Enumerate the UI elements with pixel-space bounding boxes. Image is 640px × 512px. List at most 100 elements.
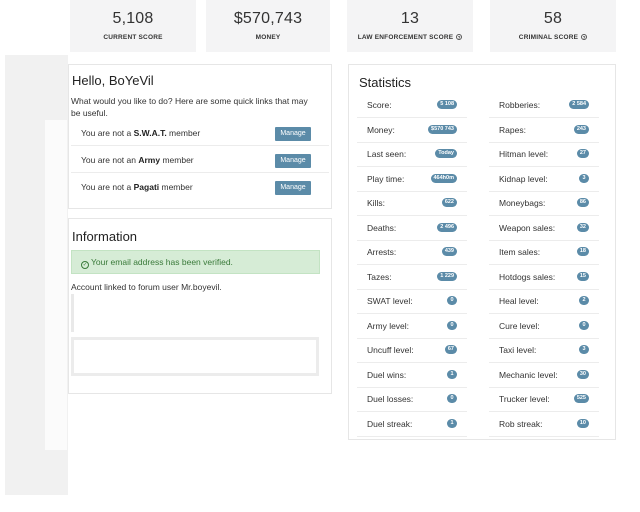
stat-row: Moneybags: 86 xyxy=(489,191,599,216)
manage-pagati-button[interactable]: Manage xyxy=(275,181,311,195)
greeting-panel: Hello, BoYeVil What would you like to do… xyxy=(68,64,332,209)
stat-badge: 622 xyxy=(441,198,457,207)
stat-badge: 10 xyxy=(576,418,589,428)
redacted-area xyxy=(71,294,193,332)
stat-row: Kidnap level: 3 xyxy=(489,167,599,192)
stat-name: Army level: xyxy=(367,320,410,331)
stat-badge: 243 xyxy=(573,124,589,134)
stat-badge: 5 108 xyxy=(437,100,457,109)
law-enforcement-label: LAW ENFORCEMENT SCORE ? xyxy=(347,34,473,41)
stat-name: Rob streak: xyxy=(499,418,543,429)
stat-name: Taxi level: xyxy=(499,345,537,355)
member-text: You are not an Army member xyxy=(81,155,194,165)
stat-name: Moneybags: xyxy=(499,198,546,208)
background-sidebar-inner xyxy=(45,120,67,450)
stat-badge: 15 xyxy=(576,271,589,281)
stat-badge: 2 496 xyxy=(437,222,457,232)
help-icon[interactable]: ? xyxy=(581,34,588,41)
stat-name: Mechanic level: xyxy=(499,369,558,380)
stat-name: Kidnap level: xyxy=(499,173,548,184)
stat-name: Uncuff level: xyxy=(367,345,414,355)
stat-row: Weapon sales: 32 xyxy=(489,216,599,241)
stat-name: Hitman level: xyxy=(499,149,549,159)
stat-name: Weapon sales: xyxy=(499,222,556,233)
criminal-score-label-text: CRIMINAL SCORE xyxy=(518,34,579,41)
member-row-pagati: You are not a Pagati member Manage xyxy=(71,173,329,200)
redacted-area xyxy=(71,340,319,376)
member-row-army: You are not an Army member Manage xyxy=(71,146,329,173)
stat-name: Duel streak: xyxy=(367,418,413,429)
stat-badge: 0 xyxy=(447,394,457,403)
stat-badge: Today xyxy=(435,149,457,158)
help-icon[interactable]: ? xyxy=(456,34,463,41)
linked-account-text: Account linked to forum user Mr.boyevil. xyxy=(71,282,222,292)
divider xyxy=(71,373,319,376)
stat-row: Play time: 464h0m xyxy=(357,167,467,192)
verified-text: Your email address has been verified. xyxy=(91,257,233,267)
stat-name: Duel losses: xyxy=(367,394,414,404)
greeting-text: What would you like to do? Here are some… xyxy=(71,96,308,118)
stat-row: Trucker level: 525 xyxy=(489,387,599,412)
stat-badge: 1 xyxy=(447,369,457,379)
information-panel: Information ✓ Your email address has been… xyxy=(68,218,332,394)
stat-row: Rob streak: 10 xyxy=(489,412,599,437)
stat-badge: $570 743 xyxy=(428,124,457,134)
money-label: MONEY xyxy=(255,34,281,41)
check-circle-icon: ✓ xyxy=(81,261,89,269)
stat-row: Kills: 622 xyxy=(357,191,467,216)
statistics-panel: Statistics Score: 5 108 Money: $570 743 Last… xyxy=(348,64,616,440)
stat-badge: 525 xyxy=(573,394,589,403)
stat-name: Play time: xyxy=(367,173,405,184)
stat-badge: 1 229 xyxy=(437,271,457,281)
criminal-score-label: CRIMINAL SCORE ? xyxy=(490,34,616,41)
law-enforcement-label-text: LAW ENFORCEMENT SCORE xyxy=(357,34,454,41)
stat-row: SWAT level: 0 xyxy=(357,289,467,314)
current-score-value: 5,108 xyxy=(112,10,154,27)
criminal-score-card: 58 CRIMINAL SCORE ? xyxy=(490,0,616,52)
stat-row: Tazes: 1 229 xyxy=(357,265,467,290)
member-row-swat: You are not a S.W.A.T. member Manage xyxy=(71,119,329,146)
law-enforcement-value: 13 xyxy=(400,10,420,27)
stat-badge: 3 xyxy=(579,173,589,183)
greeting-title: Hello, BoYeVil xyxy=(72,73,154,88)
current-score-card: 5,108 CURRENT SCORE xyxy=(70,0,196,52)
stat-row: Score: 5 108 xyxy=(357,93,467,118)
member-text: You are not a Pagati member xyxy=(81,182,193,192)
stat-row: Mechanic level: 30 xyxy=(489,363,599,388)
stat-badge: 1 xyxy=(447,418,457,428)
stat-name: Hotdogs sales: xyxy=(499,271,556,282)
stat-badge: 27 xyxy=(576,149,589,158)
stat-name: Money: xyxy=(367,124,395,135)
stat-row: Heal level: 2 xyxy=(489,289,599,314)
stat-row: Last seen: Today xyxy=(357,142,467,167)
criminal-score-value: 58 xyxy=(543,10,563,27)
stat-row: Item sales: 18 xyxy=(489,240,599,265)
stat-badge: 32 xyxy=(576,222,589,232)
money-card: $570,743 MONEY xyxy=(206,0,330,52)
stat-badge: 18 xyxy=(576,247,589,256)
stat-row: Duel streak: 1 xyxy=(357,412,467,437)
stat-row: Arrests: 439 xyxy=(357,240,467,265)
stat-badge: 2 584 xyxy=(569,100,589,109)
stat-name: Kills: xyxy=(367,198,385,208)
stat-name: Duel wins: xyxy=(367,369,407,380)
manage-swat-button[interactable]: Manage xyxy=(275,127,311,141)
law-enforcement-card: 13 LAW ENFORCEMENT SCORE ? xyxy=(347,0,473,52)
stat-badge: 30 xyxy=(576,369,589,379)
stat-name: Last seen: xyxy=(367,149,407,159)
stat-name: Robberies: xyxy=(499,100,541,110)
current-score-label: CURRENT SCORE xyxy=(103,34,163,41)
stat-row: Uncuff level: 67 xyxy=(357,338,467,363)
stat-name: Arrests: xyxy=(367,247,397,257)
background-strip xyxy=(620,55,640,440)
stat-name: SWAT level: xyxy=(367,296,413,306)
stat-row: Rapes: 243 xyxy=(489,118,599,143)
stat-row: Hitman level: 27 xyxy=(489,142,599,167)
money-value: $570,743 xyxy=(233,10,303,27)
stat-badge: 0 xyxy=(447,296,457,305)
stat-badge: 67 xyxy=(444,345,457,354)
stat-row: Cure level: 0 xyxy=(489,314,599,339)
information-title: Information xyxy=(72,229,138,244)
manage-army-button[interactable]: Manage xyxy=(275,154,311,168)
verified-alert: ✓ Your email address has been verified. xyxy=(71,250,320,274)
